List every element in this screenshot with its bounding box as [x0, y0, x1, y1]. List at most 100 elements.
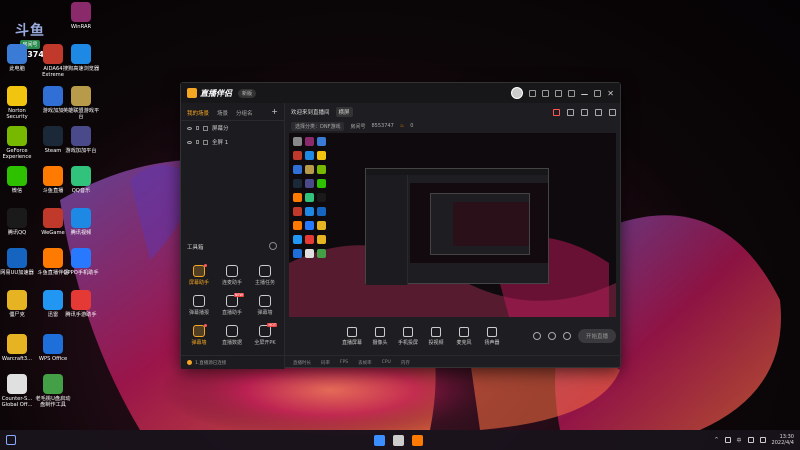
version-badge[interactable]: 新版 — [238, 88, 257, 98]
tool-label: 直播助手 — [221, 310, 242, 316]
youxijiajia-icon — [43, 86, 63, 106]
scene-item[interactable]: 屏幕分 — [181, 121, 284, 135]
toolbox-item[interactable]: 连麦助手 — [218, 265, 246, 286]
toolbox-item[interactable]: 弹幕墙 — [251, 295, 279, 316]
chart-icon[interactable] — [567, 108, 574, 116]
desktop-icon[interactable]: 英雄联盟游戏平台 — [62, 86, 100, 120]
toolbox-item[interactable]: 屏幕助手 — [185, 264, 213, 286]
widgets-icon[interactable] — [6, 435, 16, 445]
eye-icon[interactable] — [187, 126, 192, 130]
toolbox-item[interactable]: NEW 直播助手 — [218, 293, 246, 316]
desktop-icon[interactable]: GeForce Experience — [0, 126, 36, 160]
desktop-icon[interactable]: 微信 — [0, 166, 36, 194]
toolbox-item[interactable]: 直播数据 — [218, 325, 246, 346]
scene-item[interactable]: 全屏 1 — [181, 135, 284, 149]
desktop-icon[interactable]: QQ音乐 — [62, 166, 100, 194]
avatar[interactable] — [511, 87, 524, 99]
status-item: 内存 — [400, 360, 410, 366]
hot-value: 0 — [410, 123, 414, 129]
sogou-browser-icon — [71, 44, 91, 64]
desktop-icon-label: 腾讯QQ — [7, 230, 27, 236]
record-icon[interactable] — [532, 332, 541, 340]
chevron-up-icon[interactable]: ^ — [714, 437, 718, 443]
maximize-icon[interactable] — [594, 89, 602, 97]
settings-icon[interactable] — [555, 89, 563, 97]
game-platform-icon — [71, 126, 91, 146]
layout-icon[interactable] — [542, 89, 550, 97]
windows-start-icon[interactable] — [374, 434, 385, 446]
notification-dot — [204, 324, 207, 327]
desktop-icon[interactable]: OPPO手机助手 — [62, 248, 100, 276]
room-id-label: 房间号 — [350, 123, 366, 130]
lock-icon[interactable] — [196, 140, 199, 144]
eye-icon[interactable] — [547, 332, 556, 340]
mode-badge[interactable]: 横屏 — [335, 107, 353, 117]
app-tray-icon[interactable] — [724, 437, 731, 443]
scene-panel: 我的场景 场景 分组名 + 屏幕分 全屏 1 工具箱 屏幕助手 连麦助手 主播任务弹… — [181, 103, 285, 369]
network-icon[interactable] — [747, 437, 754, 443]
desktop-icon[interactable]: 老毛桃U盘启动盘制作工具 — [34, 374, 72, 408]
desktop-icon[interactable]: Warcraft3... — [0, 334, 36, 362]
control-screen-share[interactable]: 直播屏幕 — [341, 326, 363, 346]
desktop-icon[interactable]: 腾讯视频 — [62, 208, 100, 236]
category-selector[interactable]: 选择分类：DNF游戏 — [291, 121, 345, 131]
control-camera[interactable]: 摄像头 — [369, 326, 391, 346]
desktop-icon[interactable]: 网易UU加速器 — [0, 248, 36, 276]
menu-icon[interactable] — [568, 89, 576, 97]
gift-icon[interactable] — [553, 108, 560, 116]
toolbox-item[interactable]: HOT 全屏开PK — [251, 323, 279, 346]
bell-icon[interactable] — [595, 108, 602, 116]
minimize-icon[interactable] — [581, 91, 589, 95]
control-microphone[interactable]: 麦克风 — [453, 326, 475, 346]
desktop-icon-label: 僵尸克 — [9, 312, 25, 318]
tool-label: 连麦助手 — [221, 280, 242, 286]
desktop-icon-label: Norton Security — [6, 108, 28, 120]
toolbox-item[interactable]: 弹幕播报 — [185, 295, 213, 316]
square-icon[interactable] — [581, 108, 588, 116]
title-bar[interactable]: 直播伴侣 新版 ✕ — [181, 83, 620, 103]
close-icon[interactable]: ✕ — [607, 89, 614, 98]
search-icon[interactable] — [393, 434, 404, 446]
desktop-icon[interactable]: 搜狗高速浏览器 — [62, 44, 100, 72]
tab-my-scene[interactable]: 我的场景 — [187, 109, 209, 117]
status-item: 码率 — [321, 360, 330, 366]
toolbox-item[interactable]: 主播任务 — [251, 265, 279, 286]
stream-preview[interactable] — [289, 133, 616, 317]
share-icon[interactable] — [609, 108, 616, 116]
room-name[interactable]: 欢迎来到直播间 — [291, 108, 330, 116]
preview-icon — [292, 164, 302, 174]
tab-group[interactable]: 分组名 — [236, 109, 253, 117]
desktop-icon[interactable]: Counter-S... Global Off... — [0, 374, 36, 408]
desktop-icon[interactable]: 僵尸克 — [0, 290, 36, 318]
fullscreen-source-icon — [203, 139, 208, 145]
desktop-icon[interactable]: 腾讯QQ — [0, 208, 36, 236]
control-speaker[interactable]: 扬声器 — [481, 326, 503, 346]
toolbox-more-icon[interactable] — [269, 242, 277, 250]
desktop-icon[interactable]: WPS Office — [34, 334, 72, 362]
control-phone-cast[interactable]: 手机投屏 — [397, 326, 419, 346]
volume-icon[interactable] — [759, 437, 766, 443]
eye-icon[interactable] — [187, 140, 192, 144]
desktop-icon[interactable]: 此电脑 — [0, 44, 36, 72]
desktop-icon-label: QQ音乐 — [71, 188, 91, 194]
desktop-icon[interactable]: Norton Security — [0, 86, 36, 120]
desktop-icon[interactable]: WinRAR — [62, 2, 100, 30]
tool-label: 屏幕助手 — [188, 280, 209, 286]
tab-scene[interactable]: 场景 — [217, 109, 228, 117]
source-status-text: 1.直播源已连接 — [195, 360, 227, 366]
douyu-companion-icon[interactable] — [412, 434, 423, 446]
go-live-button[interactable]: 开始直播 — [577, 329, 616, 343]
desktop-icon[interactable]: 腾讯手游助手 — [62, 290, 100, 318]
lock-icon[interactable] — [196, 126, 199, 130]
ime-indicator[interactable]: 中 — [737, 437, 742, 444]
clock[interactable]: 13:30 2022/4/4 — [772, 434, 794, 446]
control-video[interactable]: 投视频 — [425, 326, 447, 346]
desktop-icon[interactable]: 游戏加加平台 — [62, 126, 100, 154]
toolbox-item[interactable]: 弹幕墙 — [185, 324, 213, 346]
douyu-companion-window[interactable]: 直播伴侣 新版 ✕ 我的场景 场景 分组名 + 屏幕分 全屏 1 工具箱 屏幕助… — [180, 82, 622, 369]
desktop-icon-label: 老毛桃U盘启动盘制作工具 — [35, 396, 71, 408]
add-scene-icon[interactable]: + — [271, 108, 278, 117]
settings-icon[interactable] — [562, 332, 571, 340]
skin-icon[interactable] — [529, 89, 537, 97]
status-item: 直播时长 — [293, 360, 311, 366]
